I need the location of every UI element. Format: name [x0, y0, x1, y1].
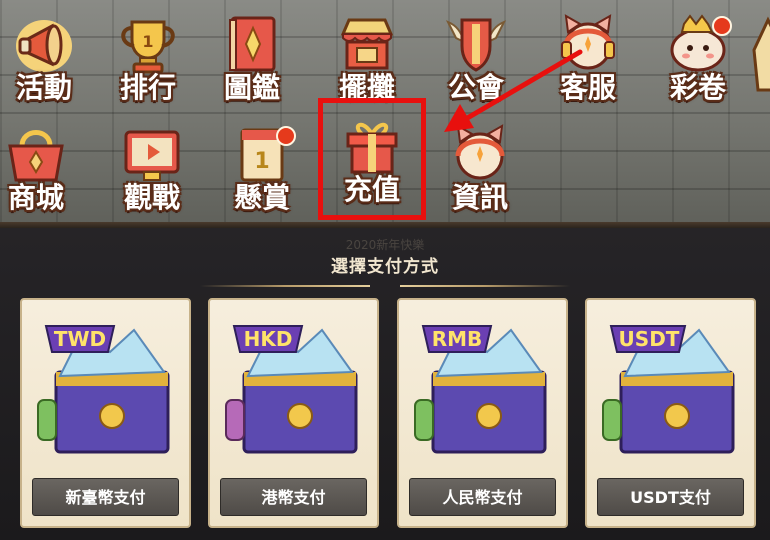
menu-label: 觀戰 [123, 181, 180, 214]
pay-rmb-button[interactable]: 人民幣支付 [409, 478, 556, 516]
svg-text:1: 1 [254, 149, 269, 174]
treasure-chest-icon: HKD [225, 325, 358, 454]
menu-item-collection[interactable]: 圖鑑 [202, 4, 302, 114]
menu-item-events[interactable]: 活動 [0, 4, 94, 114]
currency-tag: TWD [54, 327, 106, 351]
payment-card-rmb[interactable]: RMB 人民幣支付 [397, 298, 568, 528]
currency-tag: USDT [619, 327, 680, 351]
menu-item-lottery[interactable]: 彩卷 [648, 4, 748, 114]
pay-usdt-button[interactable]: USDT支付 [597, 478, 744, 516]
menu-label: 資訊 [451, 181, 508, 214]
title-divider-right [400, 285, 570, 287]
currency-tag: HKD [244, 327, 293, 351]
menu-item-bounty[interactable]: 1 懸賞 [212, 114, 312, 224]
game-menu-panel: 活動 1 排行 圖鑑 擺攤 公會 客服 彩卷 商城 觀戰 1 懸賞 充值 資訊 [0, 0, 770, 228]
background-banner-text: 2020新年快樂 [345, 238, 425, 252]
menu-label: 活動 [15, 71, 72, 104]
payment-card-usdt[interactable]: USDT USDT支付 [585, 298, 756, 528]
menu-label: 彩卷 [669, 71, 726, 104]
treasure-chest-icon: RMB [414, 325, 547, 454]
treasure-chest-icon: TWD [37, 325, 170, 454]
menu-label: 商城 [7, 181, 64, 214]
menu-item-shop[interactable]: 商城 [0, 114, 86, 224]
menu-label: 排行 [119, 71, 176, 104]
menu-item-ranking[interactable]: 1 排行 [98, 4, 198, 114]
partial-menu-icon [752, 16, 770, 92]
pay-hkd-button[interactable]: 港幣支付 [220, 478, 367, 516]
payment-card-twd[interactable]: TWD 新臺幣支付 [20, 298, 191, 528]
menu-label: 圖鑑 [223, 71, 280, 104]
recharge-highlight-box [318, 98, 426, 220]
pay-twd-button[interactable]: 新臺幣支付 [32, 478, 179, 516]
payment-panel: 2020新年快樂 選擇支付方式 TWD 新臺幣支付 HKD 港幣支付 RMB 人… [0, 228, 770, 540]
notification-dot [712, 16, 732, 36]
title-divider-left [200, 285, 370, 287]
red-arrow-icon [444, 49, 583, 132]
currency-tag: RMB [432, 327, 483, 351]
notification-dot [276, 126, 296, 146]
payment-title: 選擇支付方式 [331, 257, 439, 277]
payment-card-hkd[interactable]: HKD 港幣支付 [208, 298, 379, 528]
treasure-chest-icon: USDT [602, 325, 735, 454]
menu-label: 懸賞 [233, 181, 290, 214]
menu-item-spectate[interactable]: 觀戰 [102, 114, 202, 224]
svg-text:1: 1 [142, 32, 153, 51]
